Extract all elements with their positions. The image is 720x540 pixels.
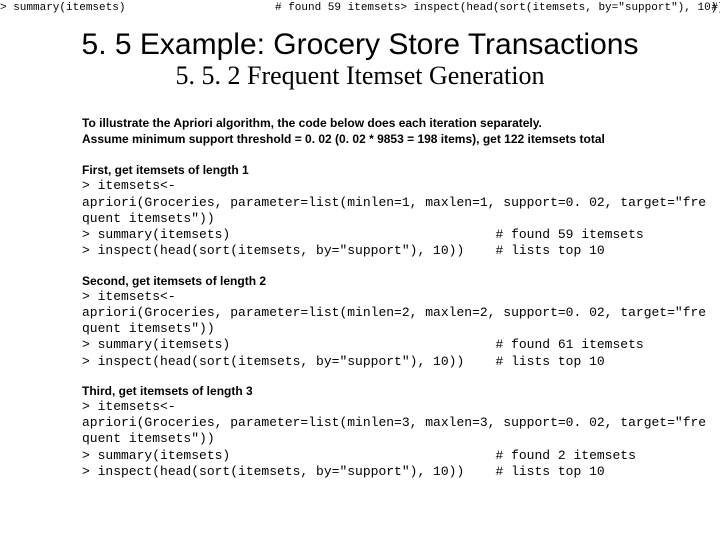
code-block-1: > itemsets<- apriori(Groceries, paramete… xyxy=(82,178,660,259)
topbar-right-code: # xyxy=(711,2,718,14)
slide-sub-title: 5. 5. 2 Frequent Itemset Generation xyxy=(0,63,720,89)
intro-line-2: Assume minimum support threshold = 0. 02… xyxy=(82,131,660,147)
topbar-mid-code: # found 59 itemsets> inspect(head(sort(i… xyxy=(275,2,720,14)
intro-text: To illustrate the Apriori algorithm, the… xyxy=(82,115,660,147)
section-head-3: Third, get itemsets of length 3 xyxy=(82,384,660,398)
code-block-2: > itemsets<- apriori(Groceries, paramete… xyxy=(82,289,660,370)
intro-line-1: To illustrate the Apriori algorithm, the… xyxy=(82,115,660,131)
top-code-bar: > summary(itemsets) # found 59 itemsets>… xyxy=(0,0,720,18)
section-head-2: Second, get itemsets of length 2 xyxy=(82,274,660,288)
title-block: 5. 5 Example: Grocery Store Transactions… xyxy=(0,28,720,89)
section-head-1: First, get itemsets of length 1 xyxy=(82,163,660,177)
topbar-left-code: > summary(itemsets) xyxy=(0,2,125,14)
slide-main-title: 5. 5 Example: Grocery Store Transactions xyxy=(0,28,720,61)
code-block-3: > itemsets<- apriori(Groceries, paramete… xyxy=(82,399,660,480)
content-area: To illustrate the Apriori algorithm, the… xyxy=(82,115,660,480)
